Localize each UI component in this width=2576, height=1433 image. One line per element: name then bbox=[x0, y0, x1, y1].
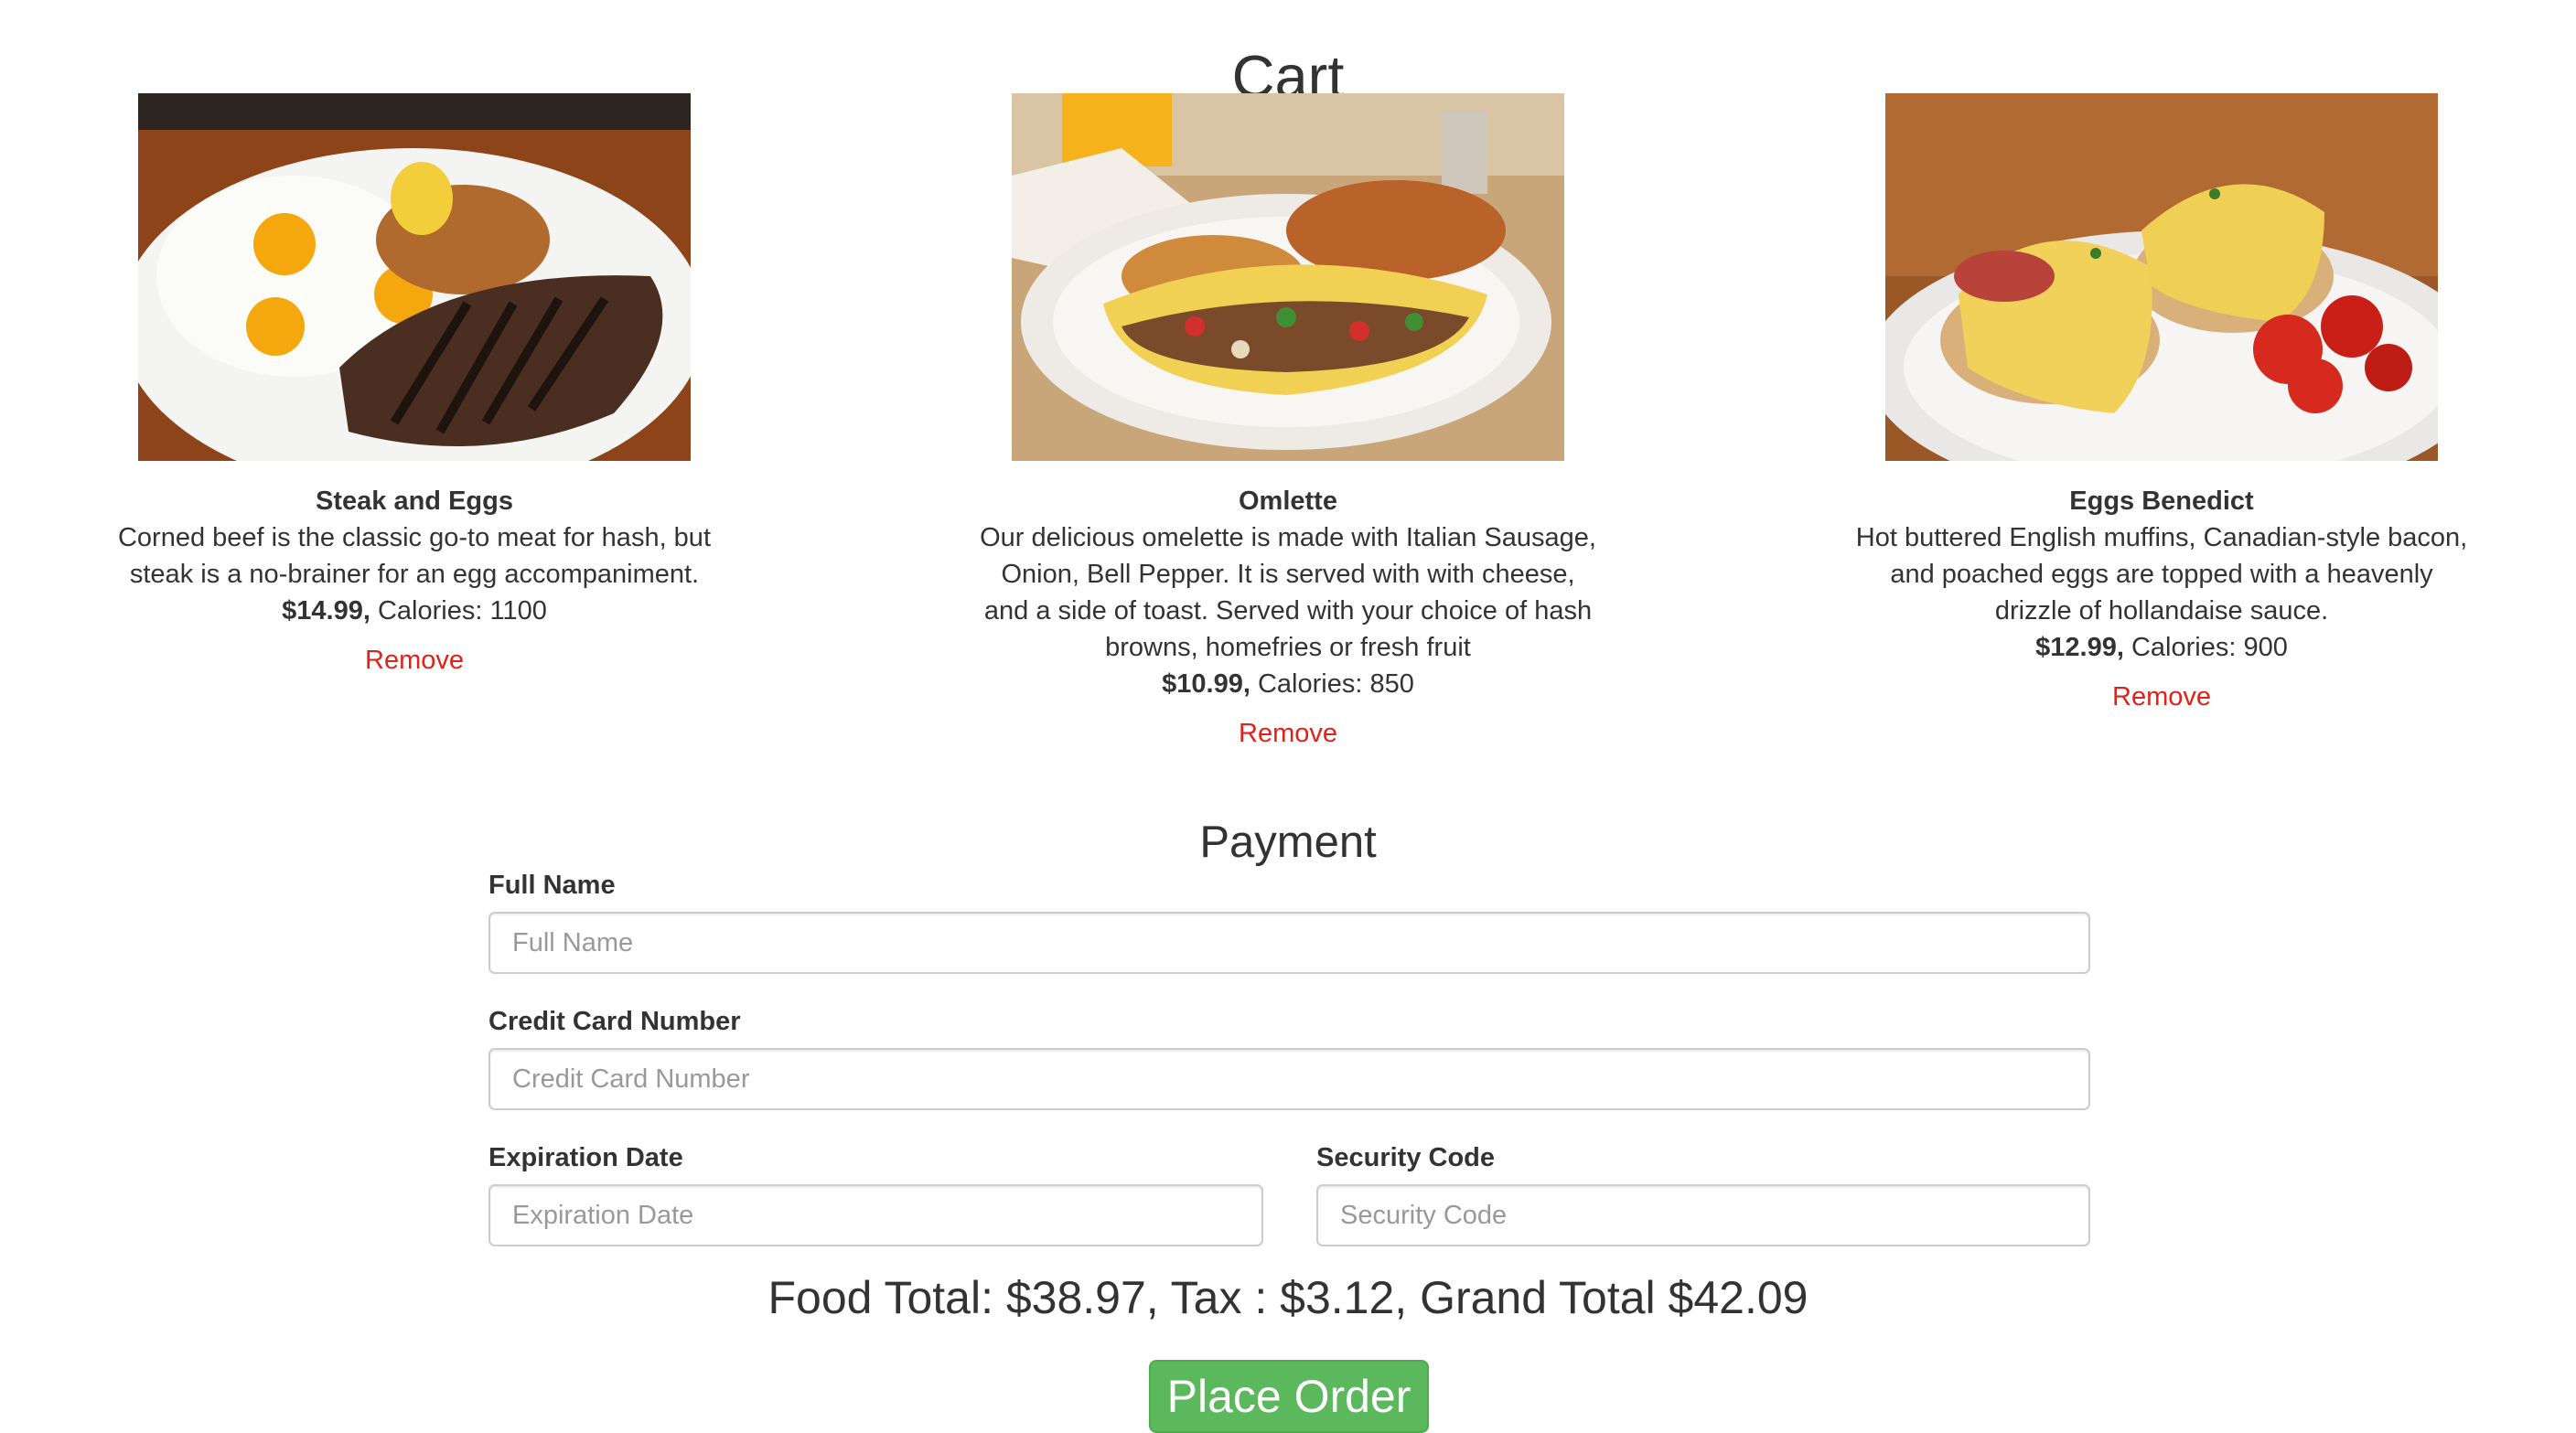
food-image-steak-and-eggs bbox=[138, 93, 691, 461]
expiration-date-input[interactable] bbox=[488, 1184, 1263, 1246]
place-order-button[interactable]: Place Order bbox=[1149, 1360, 1429, 1433]
cart-item-steak-and-eggs: Steak and Eggs Corned beef is the classi… bbox=[103, 93, 725, 679]
item-price-line: $10.99, Calories: 850 bbox=[977, 666, 1599, 702]
item-price-line: $14.99, Calories: 1100 bbox=[103, 593, 725, 629]
cart-item-eggs-benedict: Eggs Benedict Hot buttered English muffi… bbox=[1851, 93, 2473, 715]
item-description: Hot buttered English muffins, Canadian-s… bbox=[1855, 523, 2468, 626]
item-description: Corned beef is the classic go-to meat fo… bbox=[117, 523, 711, 589]
cart-item-omlette: Omlette Our delicious omelette is made w… bbox=[977, 93, 1599, 752]
item-name: Eggs Benedict bbox=[2069, 487, 2254, 516]
item-price: $12.99, bbox=[2035, 633, 2124, 662]
payment-title: Payment bbox=[1199, 817, 1377, 867]
item-price-line: $12.99, Calories: 900 bbox=[1851, 629, 2473, 666]
item-calories: Calories: 850 bbox=[1257, 669, 1414, 699]
item-price: $14.99, bbox=[282, 596, 370, 626]
remove-button[interactable]: Remove bbox=[1239, 715, 1337, 752]
item-price: $10.99, bbox=[1162, 669, 1250, 699]
full-name-label: Full Name bbox=[488, 871, 616, 900]
item-name: Omlette bbox=[1239, 487, 1337, 516]
security-code-label: Security Code bbox=[1316, 1143, 1495, 1172]
item-name: Steak and Eggs bbox=[316, 487, 513, 516]
order-totals: Food Total: $38.97, Tax : $3.12, Grand T… bbox=[767, 1272, 1809, 1323]
full-name-input[interactable] bbox=[488, 912, 2090, 974]
item-description: Our delicious omelette is made with Ital… bbox=[980, 523, 1596, 662]
remove-button[interactable]: Remove bbox=[2112, 679, 2211, 715]
credit-card-number-input[interactable] bbox=[488, 1048, 2090, 1110]
remove-button[interactable]: Remove bbox=[365, 642, 464, 679]
security-code-input[interactable] bbox=[1316, 1184, 2090, 1246]
food-image-eggs-benedict bbox=[1885, 93, 2438, 461]
item-calories: Calories: 1100 bbox=[377, 596, 547, 626]
credit-card-number-label: Credit Card Number bbox=[488, 1007, 741, 1036]
food-image-omlette bbox=[1012, 93, 1564, 461]
item-calories: Calories: 900 bbox=[2131, 633, 2288, 662]
expiration-date-label: Expiration Date bbox=[488, 1143, 683, 1172]
